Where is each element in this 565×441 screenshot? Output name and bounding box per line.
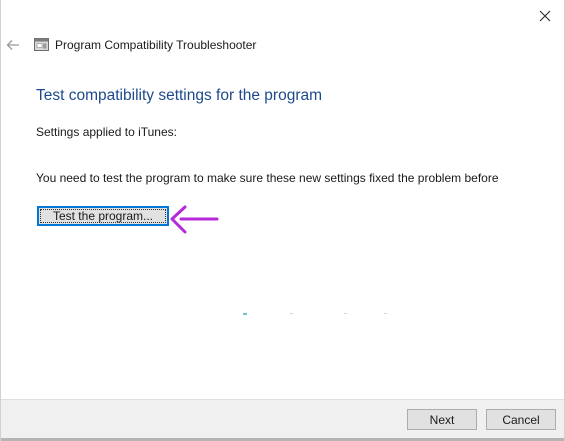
window-title: Program Compatibility Troubleshooter [55,38,257,52]
cancel-button[interactable]: Cancel [486,409,556,430]
settings-applied-label: Settings applied to iTunes: [36,125,177,139]
troubleshooter-icon [34,38,49,51]
back-button[interactable] [5,36,21,54]
next-button[interactable]: Next [407,409,477,430]
progress-dot [290,313,293,314]
close-button[interactable] [530,4,560,28]
progress-dot [384,313,387,314]
progress-dot [243,313,247,315]
footer-bar: Next Cancel [1,399,564,441]
close-icon [539,10,551,22]
page-title: Test compatibility settings for the prog… [36,87,323,104]
annotation-arrow-icon [170,205,219,234]
test-program-button[interactable]: Test the program... [37,206,169,226]
instruction-text: You need to test the program to make sur… [36,171,499,185]
back-arrow-icon [6,40,19,50]
troubleshooter-window: Program Compatibility Troubleshooter Tes… [0,0,565,441]
progress-dot [344,313,347,314]
